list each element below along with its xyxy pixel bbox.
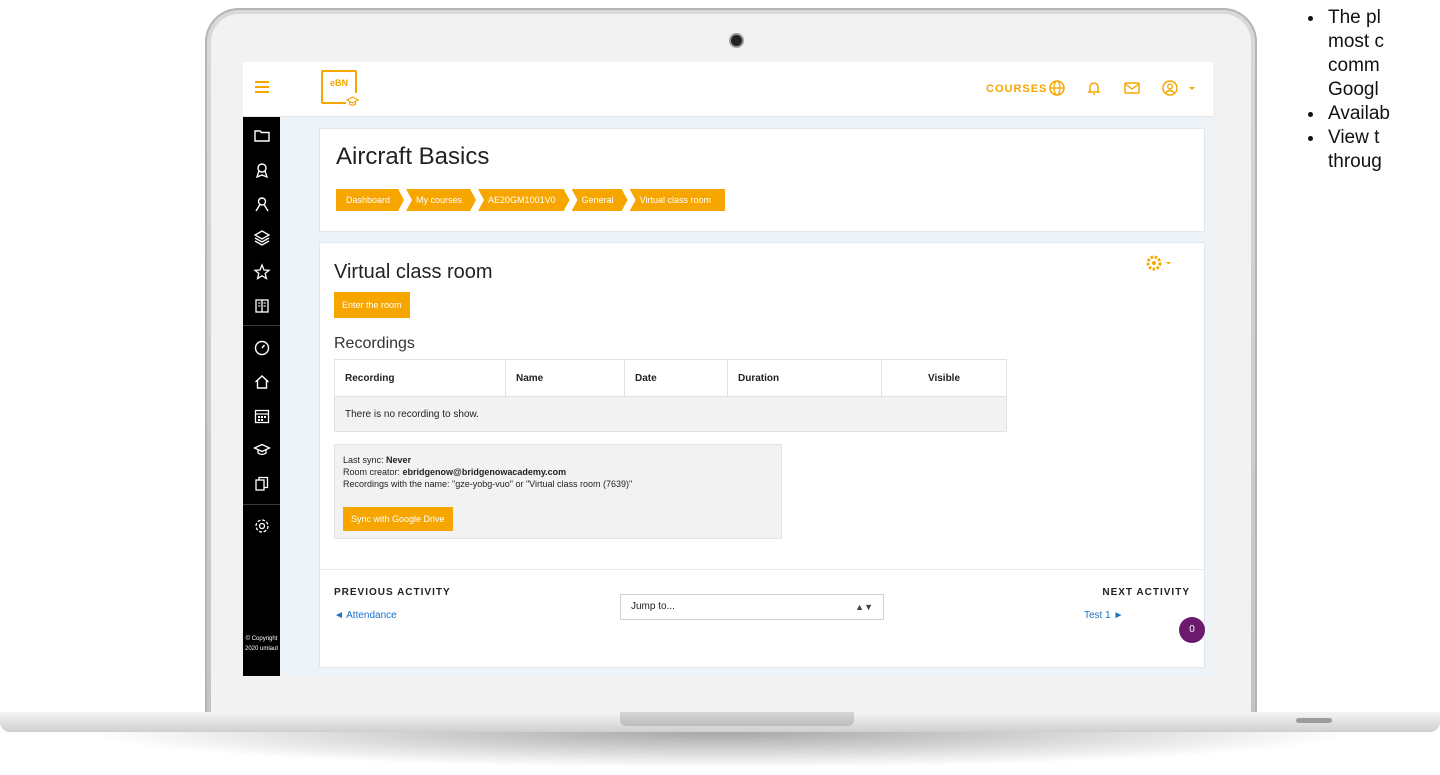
recordings-heading: Recordings bbox=[334, 335, 415, 352]
user-menu-caret-icon[interactable] bbox=[1188, 79, 1196, 97]
page-header-card: Aircraft Basics Dashboard My courses AE2… bbox=[319, 128, 1205, 232]
next-activity-label: NEXT ACTIVITY bbox=[1102, 587, 1190, 598]
globe-icon[interactable] bbox=[1048, 79, 1066, 97]
column-header-duration[interactable]: Duration bbox=[727, 359, 882, 397]
laptop-shadow bbox=[80, 732, 1360, 768]
jump-to-value: Jump to... bbox=[631, 601, 675, 612]
breadcrumb-dashboard[interactable]: Dashboard bbox=[336, 189, 404, 211]
site-logo[interactable]: eBN bbox=[321, 70, 360, 106]
star-icon[interactable] bbox=[253, 263, 271, 281]
home-icon[interactable] bbox=[253, 373, 271, 391]
column-header-name[interactable]: Name bbox=[505, 359, 625, 397]
room-creator-label: Room creator: bbox=[343, 467, 401, 477]
hamburger-menu-icon[interactable] bbox=[255, 79, 269, 93]
breadcrumb-virtual-class-room[interactable]: Virtual class room bbox=[629, 189, 725, 211]
last-sync-line: Last sync: Never bbox=[343, 454, 773, 466]
breadcrumb-my-courses[interactable]: My courses bbox=[406, 189, 476, 211]
bell-icon[interactable] bbox=[1085, 79, 1103, 97]
room-creator-line: Room creator: ebridgenow@bridgenowacadem… bbox=[343, 466, 773, 478]
breadcrumb-general[interactable]: General bbox=[572, 189, 628, 211]
slide-note-continuation: most c bbox=[1328, 31, 1384, 52]
slide-note: View t bbox=[1298, 126, 1440, 150]
book-icon[interactable] bbox=[253, 297, 271, 315]
next-activity-link[interactable]: Test 1 ► bbox=[1084, 610, 1123, 621]
graduation-cap-icon bbox=[345, 93, 360, 106]
select-arrows-icon: ▲▼ bbox=[855, 602, 873, 612]
copy-documents-icon[interactable] bbox=[253, 475, 271, 493]
slide-notes: The pl most c comm Googl Availab View t … bbox=[1298, 6, 1440, 174]
sync-info-panel: Last sync: Never Room creator: ebridgeno… bbox=[334, 444, 782, 539]
empty-table-message: There is no recording to show. bbox=[334, 396, 1007, 432]
copyright-text: © Copyright 2020 umlaut bbox=[244, 636, 279, 652]
sidebar bbox=[243, 117, 280, 676]
laptop-screen: eBN COURSES © Copyright 2020 umlaut Airc… bbox=[243, 62, 1213, 676]
slide-note-continuation: comm bbox=[1328, 55, 1380, 76]
logo-text: eBN bbox=[329, 78, 348, 88]
room-creator-value: ebridgenow@bridgenowacademy.com bbox=[402, 467, 567, 477]
award-badge-icon[interactable] bbox=[253, 161, 271, 179]
table-row: There is no recording to show. bbox=[334, 396, 1007, 432]
column-header-visible[interactable]: Visible bbox=[881, 359, 1007, 397]
breadcrumb: Dashboard My courses AE20GM1001V0 Genera… bbox=[336, 189, 727, 211]
last-sync-label: Last sync: bbox=[343, 455, 384, 465]
table-header-row: Recording Name Date Duration Visible bbox=[334, 359, 1007, 397]
mail-icon[interactable] bbox=[1123, 79, 1141, 97]
ribbon-icon[interactable] bbox=[253, 195, 271, 213]
slide-note-continuation: throug bbox=[1328, 151, 1382, 172]
slide-note-continuation: Googl bbox=[1328, 79, 1379, 100]
recordings-name-line: Recordings with the name: "gze-yobg-vuo"… bbox=[343, 479, 633, 489]
dashboard-gauge-icon[interactable] bbox=[253, 339, 271, 357]
previous-activity-link[interactable]: ◄ Attendance bbox=[334, 610, 397, 621]
jump-to-select[interactable]: Jump to... ▲▼ bbox=[620, 594, 884, 620]
activity-title: Virtual class room bbox=[334, 261, 493, 283]
notification-count-badge[interactable]: 0 bbox=[1179, 617, 1205, 643]
laptop-port bbox=[1296, 718, 1332, 723]
top-navbar: eBN COURSES bbox=[243, 62, 1213, 117]
user-avatar-icon[interactable] bbox=[1161, 79, 1179, 97]
settings-gear-icon[interactable] bbox=[253, 517, 271, 535]
previous-activity-label: PREVIOUS ACTIVITY bbox=[334, 587, 451, 598]
sync-google-drive-button[interactable]: Sync with Google Drive bbox=[343, 507, 453, 531]
layers-icon[interactable] bbox=[253, 229, 271, 247]
activity-nav-divider bbox=[320, 569, 1204, 570]
sidebar-divider bbox=[243, 504, 280, 505]
sidebar-divider bbox=[243, 325, 280, 326]
laptop-hinge bbox=[620, 712, 854, 726]
page-title: Aircraft Basics bbox=[336, 143, 490, 170]
slide-note: The pl bbox=[1298, 6, 1440, 30]
last-sync-value: Never bbox=[386, 455, 412, 465]
column-header-date[interactable]: Date bbox=[624, 359, 728, 397]
activity-card: Virtual class room Enter the room Record… bbox=[319, 242, 1205, 668]
activity-settings-gear-icon[interactable] bbox=[1146, 255, 1174, 271]
webcam-icon bbox=[731, 35, 742, 46]
recordings-table: Recording Name Date Duration Visible The… bbox=[334, 359, 1007, 432]
breadcrumb-course-code[interactable]: AE20GM1001V0 bbox=[478, 189, 570, 211]
graduation-cap-icon[interactable] bbox=[252, 441, 272, 459]
calendar-icon[interactable] bbox=[253, 407, 271, 425]
enter-room-button[interactable]: Enter the room bbox=[334, 292, 410, 318]
slide-note: Availab bbox=[1298, 102, 1440, 126]
column-header-recording[interactable]: Recording bbox=[334, 359, 506, 397]
courses-menu-link[interactable]: COURSES bbox=[986, 83, 1047, 95]
folder-icon[interactable] bbox=[253, 127, 271, 145]
